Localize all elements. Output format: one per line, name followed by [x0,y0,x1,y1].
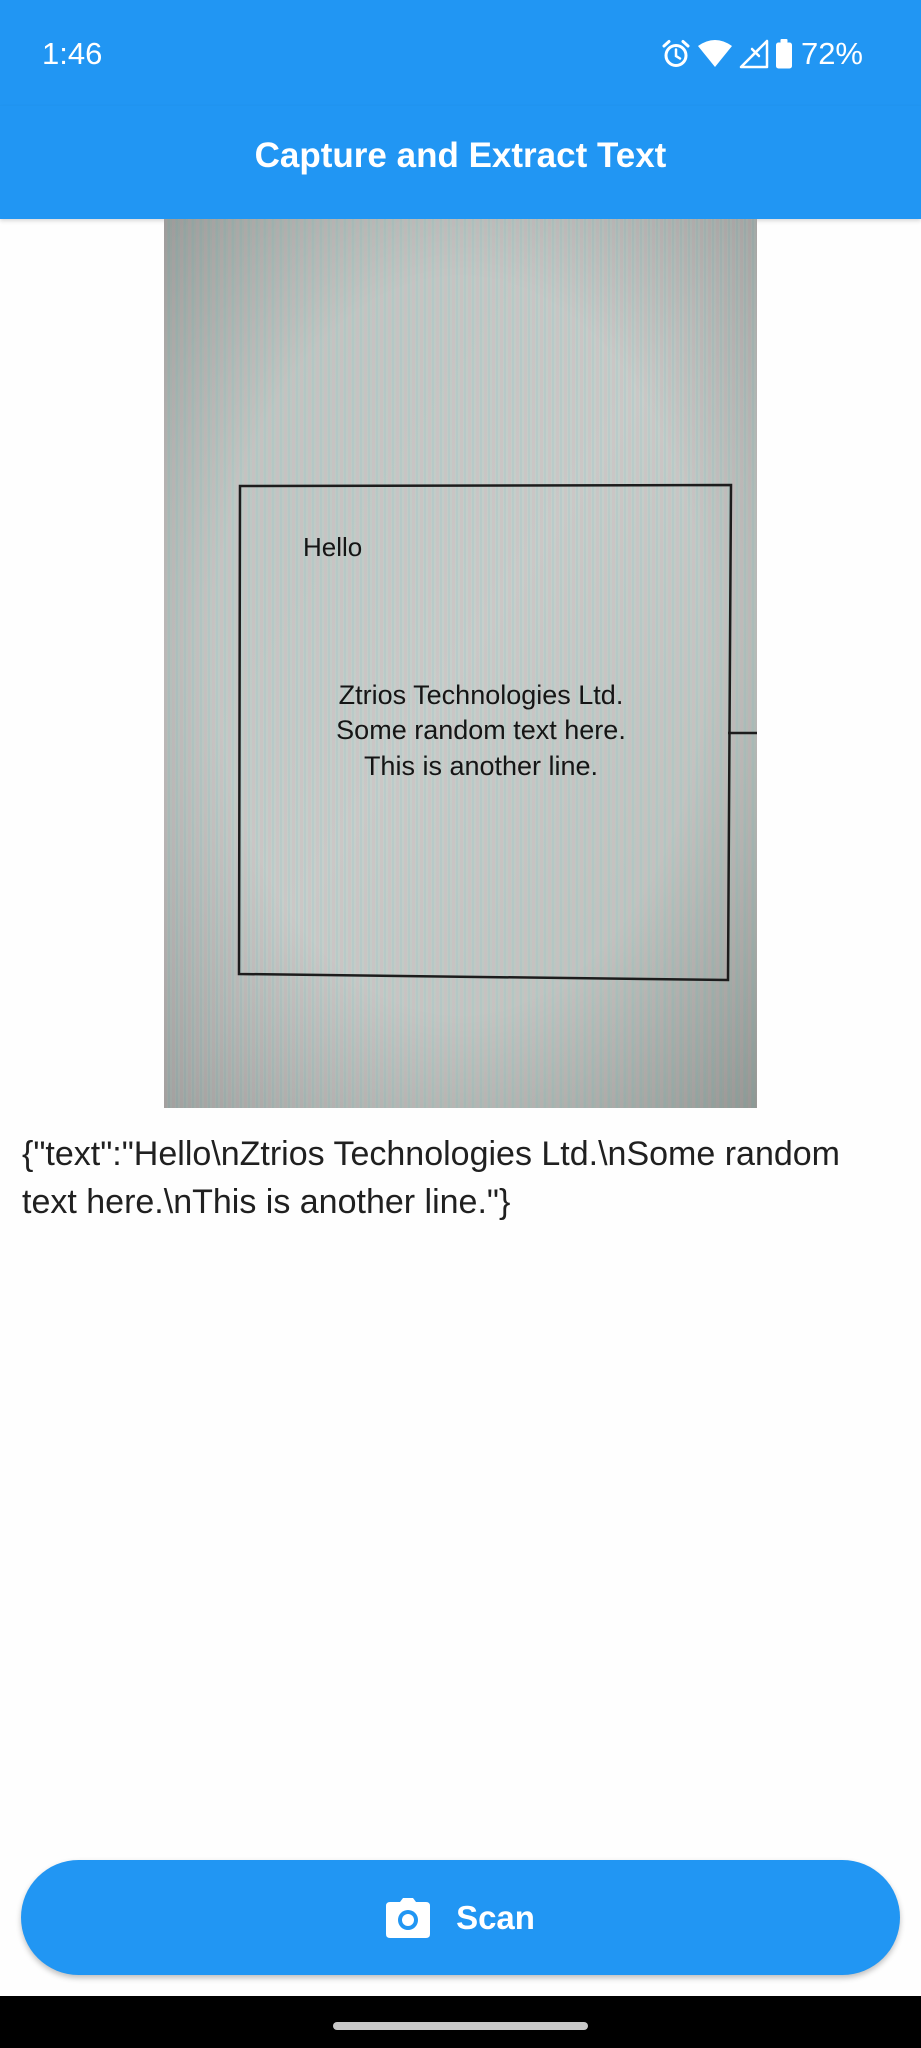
signal-icon [739,39,769,69]
battery-percent: 72% [800,36,863,71]
wifi-icon [697,39,733,69]
camera-icon [386,1897,431,1938]
image-text-line2: Some random text here. [336,715,626,745]
status-icons: 72% [661,32,863,76]
image-text-line1: Ztrios Technologies Ltd. [339,680,624,710]
home-gesture-handle[interactable] [333,2022,588,2030]
captured-image: Hello Ztrios Technologies Ltd. Some rand… [164,219,757,1108]
status-time: 1:46 [42,36,103,71]
scan-button[interactable]: Scan [21,1860,900,1975]
image-text-line3: This is another line. [364,751,598,781]
alarm-icon [661,39,691,69]
battery-icon [775,39,793,69]
status-bar: 1:46 72% [0,0,921,106]
page-title: Capture and Extract Text [254,135,667,175]
scan-button-label: Scan [456,1898,535,1936]
app-bar: Capture and Extract Text [0,106,921,219]
extracted-text-output: {"text":"Hello\nZtrios Technologies Ltd.… [22,1135,850,1221]
image-text-hello: Hello [303,532,362,562]
navigation-bar [0,1996,921,2048]
